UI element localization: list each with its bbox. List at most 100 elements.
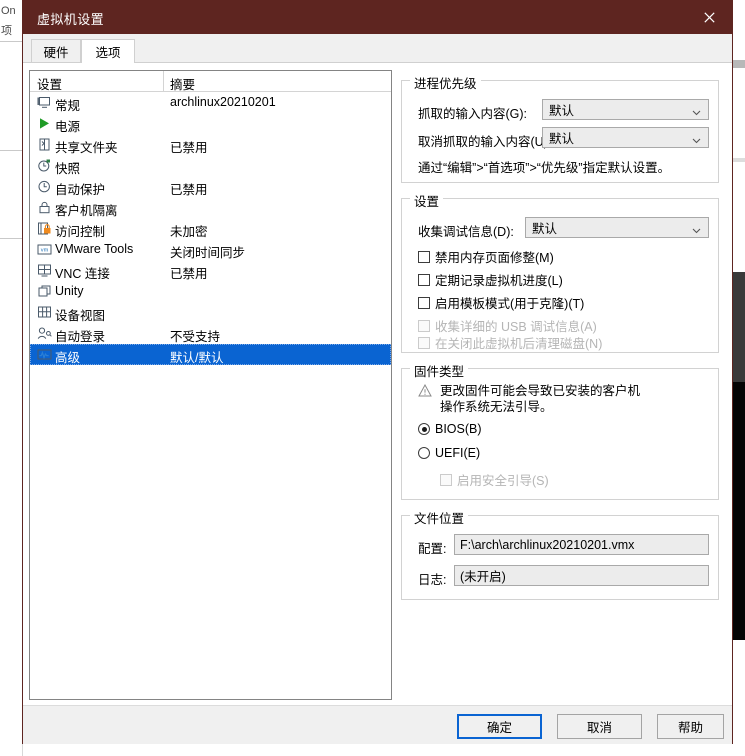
checkbox-template-mode[interactable]: 启用模板模式(用于克隆)(T) [418,293,584,312]
checkbox-label: 启用安全引导(S) [457,474,549,488]
settings-list-row[interactable]: 高级 默认/默认 [30,344,391,365]
group-firmware-type-legend: 固件类型 [410,361,469,380]
settings-list-row-summary: 已禁用 [170,267,208,281]
dialog-footer: 确定 取消 帮助 [23,705,732,744]
settings-list-row[interactable]: VNC 连接 已禁用 [30,260,391,281]
tab-hardware[interactable]: 硬件 [31,39,81,63]
settings-list-row-name: 电源 [55,120,81,134]
checkbox-clean-disk-after-poweroff: 在关闭此虚拟机后清理磁盘(N) [418,333,602,352]
radio-label: BIOS(B) [435,422,482,436]
background-window-text-1: On [1,5,16,17]
advanced-icon [37,347,52,362]
radio-circle [418,447,430,459]
settings-list-row[interactable]: 电源 [30,113,391,134]
help-button[interactable]: 帮助 [657,714,724,739]
radio-circle [418,423,430,435]
vm-settings-dialog: 虚拟机设置 硬件 选项 设置 摘要 常规 archlinux20210201 电源共… [22,0,733,744]
combo-grab-input-value: 默认 [549,104,575,118]
chevron-down-icon [692,224,701,234]
settings-list-row-summary: 默认/默认 [170,351,224,365]
background-window-left-strip: On 项 [0,0,23,756]
window-title: 虚拟机设置 [37,12,105,27]
tab-options[interactable]: 选项 [81,39,135,64]
title-bar: 虚拟机设置 [23,1,732,34]
settings-list-row-name: 客户机隔离 [55,204,118,218]
settings-list-row-name: 设备视图 [55,309,106,323]
settings-list-row[interactable]: Unity [30,281,391,302]
settings-list-row[interactable]: vm VMware Tools 关闭时间同步 [30,239,391,260]
cancel-button[interactable]: 取消 [557,714,642,739]
combo-ungrab-input[interactable]: 默认 [542,127,709,148]
settings-list-row-name: 常规 [55,99,81,113]
radio-label: UEFI(E) [435,446,481,460]
group-settings-legend: 设置 [410,191,444,210]
checkbox-label: 启用模板模式(用于克隆)(T) [435,297,585,311]
settings-list-row[interactable]: 访问控制 未加密 [30,218,391,239]
dialog-body: 设置 摘要 常规 archlinux20210201 电源 共享文件夹 已禁用 快照 自动保… [23,62,732,705]
snapshot-icon [37,158,52,173]
ok-button[interactable]: 确定 [457,714,542,739]
combo-grab-input[interactable]: 默认 [542,99,709,120]
background-divider-1 [0,41,22,42]
settings-list-row[interactable]: 设备视图 [30,302,391,323]
checkbox-log-vm-progress[interactable]: 定期记录虚拟机进度(L) [418,270,563,289]
vmware-tools-icon: vm [37,242,52,257]
settings-list-header: 设置 摘要 [30,71,391,92]
settings-list-row-summary: 不受支持 [170,330,221,344]
autoprotect-icon [37,179,52,194]
background-window-text-2: 项 [1,25,12,37]
settings-list-row-name: VNC 连接 [55,267,110,281]
settings-list-row-name: 高级 [55,351,81,365]
monitor-icon [37,95,52,110]
label-collect-debug-info: 收集调试信息(D): [418,225,514,239]
group-file-location: 文件位置 配置: F:\arch\archlinux20210201.vmx 日… [401,508,719,600]
close-icon[interactable] [686,1,732,34]
vnc-icon [37,263,52,278]
group-file-location-legend: 文件位置 [410,508,469,527]
settings-list-row[interactable]: 自动登录 不受支持 [30,323,391,344]
background-window-right-strip [733,0,745,756]
settings-list[interactable]: 设置 摘要 常规 archlinux20210201 电源 共享文件夹 已禁用 快照 自动保… [29,70,392,700]
column-divider [163,71,164,91]
settings-list-row[interactable]: 自动保护 已禁用 [30,176,391,197]
settings-list-row[interactable]: 快照 [30,155,391,176]
checkbox-label: 在关闭此虚拟机后清理磁盘(N) [435,337,603,351]
access-control-icon [37,221,52,236]
checkbox-disable-memory-trim[interactable]: 禁用内存页面修整(M) [418,247,554,266]
lock-icon [37,200,52,215]
combo-ungrab-input-value: 默认 [549,132,575,146]
group-settings: 设置 收集调试信息(D): 默认 禁用内存页面修整(M) 定期记录虚拟机进度(L… [401,191,719,353]
checkbox-box [418,296,430,309]
settings-list-row-name: 访问控制 [55,225,106,239]
device-view-icon [37,305,52,320]
settings-list-row-summary: 关闭时间同步 [170,246,246,260]
radio-uefi[interactable]: UEFI(E) [418,446,480,460]
field-config-path[interactable]: F:\arch\archlinux20210201.vmx [454,534,709,555]
settings-list-row[interactable]: 客户机隔离 [30,197,391,218]
settings-list-row[interactable]: 共享文件夹 已禁用 [30,134,391,155]
group-firmware-type: 固件类型 更改固件可能会导致已安装的客户机 操作系统无法引导。 BIOS(B) [401,361,719,500]
tab-strip: 硬件 选项 [23,34,732,64]
settings-list-row-name: 自动登录 [55,330,106,344]
label-ungrab-input: 取消抓取的输入内容(U): [418,135,552,149]
checkbox-label: 定期记录虚拟机进度(L) [435,274,563,288]
radio-bios[interactable]: BIOS(B) [418,422,482,436]
field-log-path[interactable]: (未开启) [454,565,709,586]
settings-list-row-name: 快照 [55,162,81,176]
settings-list-row-name: 自动保护 [55,183,106,197]
settings-list-row-summary: 未加密 [170,225,208,239]
warning-triangle-icon [418,383,432,397]
settings-list-row-name: Unity [55,284,84,298]
settings-list-row[interactable]: 常规 archlinux20210201 [30,92,391,113]
label-config-file: 配置: [418,542,447,556]
settings-list-row-name: VMware Tools [55,242,134,256]
combo-collect-debug-info-value: 默认 [532,222,558,236]
power-play-icon [37,116,52,131]
background-divider-3 [0,238,22,239]
group-process-priority-legend: 进程优先级 [410,73,481,92]
checkbox-box [418,336,430,349]
checkbox-box [418,250,430,263]
settings-list-row-summary: archlinux20210201 [170,95,276,109]
combo-collect-debug-info[interactable]: 默认 [525,217,709,238]
firmware-warning-text: 更改固件可能会导致已安装的客户机 操作系统无法引导。 [440,384,641,414]
